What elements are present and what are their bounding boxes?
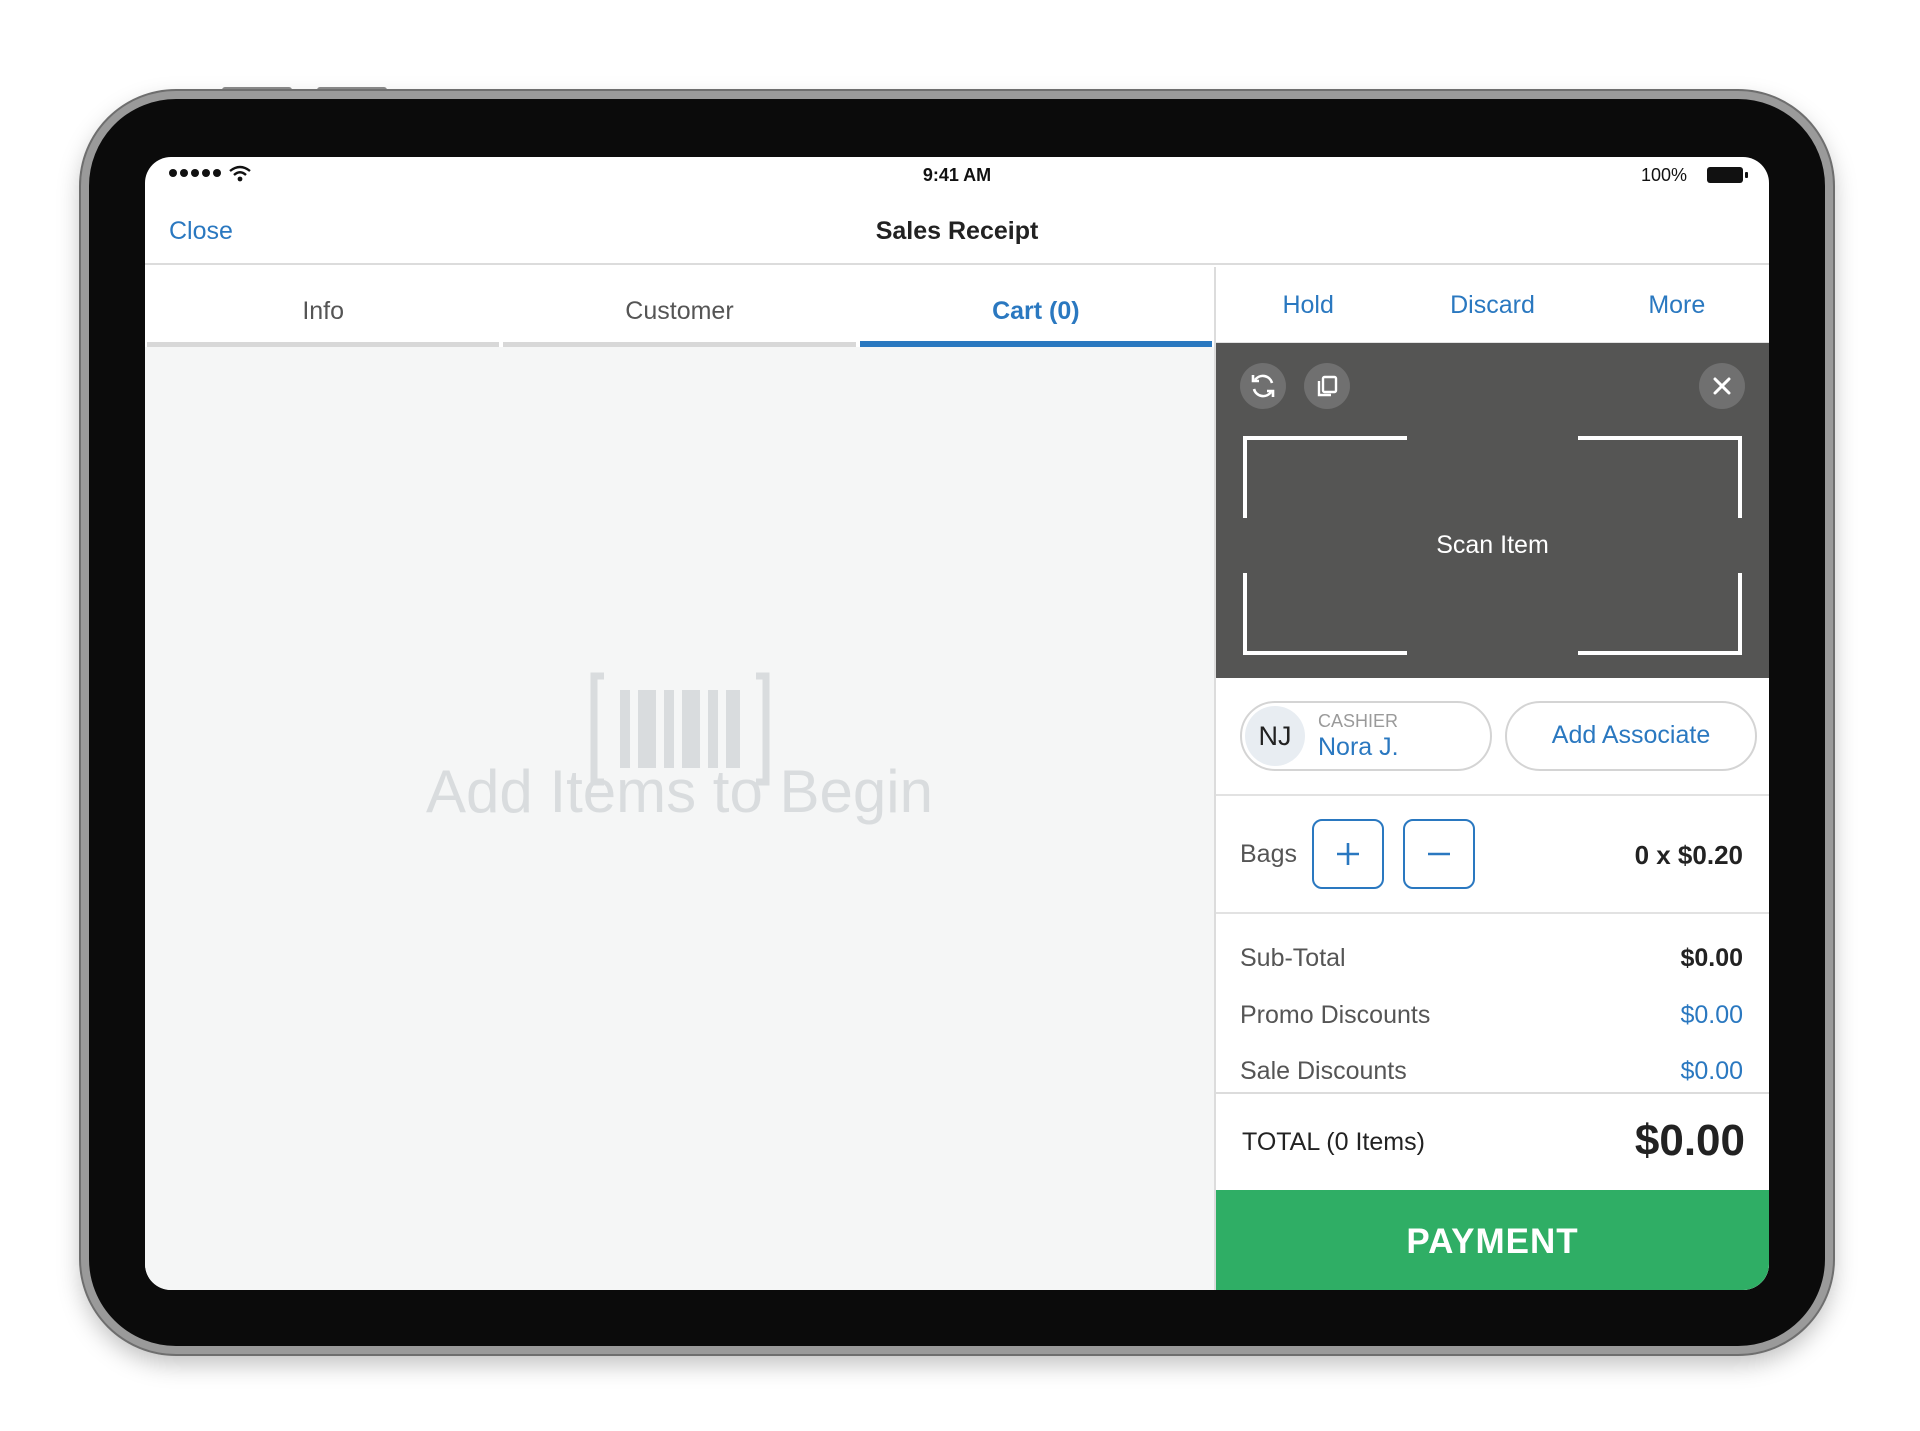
barcode-scanner[interactable]: Scan Item [1216,343,1769,678]
subtotal-row: Sub-Total $0.00 [1240,944,1743,973]
tab-info[interactable]: Info [145,267,501,347]
total-row: TOTAL (0 Items) $0.00 [1216,1092,1769,1190]
empty-cart-message: Add Items to Begin [426,758,933,825]
avatar: NJ [1245,706,1305,766]
checkout-panel: Hold Discard More Scan Item NJ CASHIER N… [1214,267,1769,1290]
refresh-icon [1251,374,1275,398]
tab-label: Customer [625,297,734,325]
tab-label: Info [302,297,345,325]
add-associate-button[interactable]: Add Associate [1505,701,1757,771]
scan-frame-corner [1578,573,1742,655]
add-bag-button[interactable] [1312,819,1384,889]
total-label: TOTAL (0 Items) [1242,1128,1425,1156]
battery-percent: 100% [1640,165,1687,185]
bags-value: 0 x $0.20 [1634,840,1743,870]
cashier-name: Nora J. [1318,733,1399,761]
promo-discounts-value[interactable]: $0.00 [1680,1001,1743,1030]
navigation-bar: Close Sales Receipt [145,197,1769,265]
staff-section: NJ CASHIER Nora J. Add Associate [1216,678,1769,796]
bags-row: Bags 0 x $0.20 [1216,796,1769,914]
switch-camera-button[interactable] [1240,363,1286,409]
subtotal-value: $0.00 [1680,944,1743,972]
promo-discounts-row: Promo Discounts $0.00 [1240,1001,1743,1030]
page-title: Sales Receipt [875,217,1039,245]
status-bar: 9:41 AM 100% [145,157,1769,197]
subtotal-label: Sub-Total [1240,944,1346,972]
plus-icon [1337,843,1359,865]
scan-frame-corner [1578,436,1742,518]
close-scanner-button[interactable] [1699,363,1745,409]
more-button[interactable]: More [1585,267,1769,342]
status-time: 9:41 AM [922,165,992,185]
tab-label: Cart (0) [992,297,1080,325]
discard-button[interactable]: Discard [1400,267,1584,342]
payment-button[interactable]: PAYMENT [1216,1190,1769,1290]
tab-bar: Info Customer Cart (0) [145,267,1214,347]
totals-section: Sub-Total $0.00 Promo Discounts $0.00 Sa… [1216,914,1769,1092]
tab-cart[interactable]: Cart (0) [858,267,1214,347]
tablet-screen: 9:41 AM 100% Close Sales Receipt Info Cu… [145,157,1769,1290]
battery-icon [1707,167,1748,183]
hold-button[interactable]: Hold [1216,267,1400,342]
sale-discounts-value[interactable]: $0.00 [1680,1057,1743,1086]
scan-frame-corner [1243,436,1407,518]
gallery-button[interactable] [1304,363,1350,409]
action-bar: Hold Discard More [1216,267,1769,343]
scan-item-label: Scan Item [1436,531,1549,559]
cashier-chip[interactable]: NJ CASHIER Nora J. [1240,701,1492,771]
remove-bag-button[interactable] [1403,819,1475,889]
total-value: $0.00 [1634,1116,1745,1165]
promo-discounts-label: Promo Discounts [1240,1001,1431,1029]
tab-customer[interactable]: Customer [501,267,857,347]
sale-discounts-row: Sale Discounts $0.00 [1240,1057,1743,1086]
cart-panel: Info Customer Cart (0) Add Items to Begi… [145,267,1214,1290]
cashier-caption: CASHIER [1318,711,1399,731]
copy-icon [1317,375,1338,397]
scan-frame-corner [1243,573,1407,655]
bags-label: Bags [1240,840,1297,868]
minus-icon [1428,852,1450,856]
close-icon [1713,377,1731,395]
sale-discounts-label: Sale Discounts [1240,1057,1407,1085]
